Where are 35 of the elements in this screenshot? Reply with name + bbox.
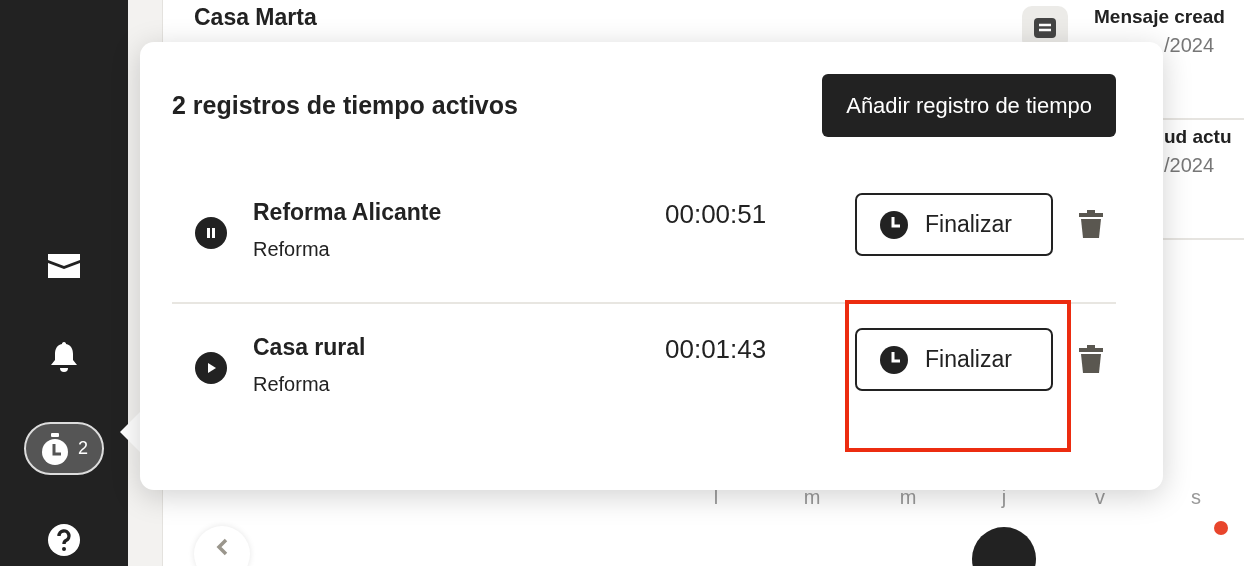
finish-button[interactable]: Finalizar bbox=[855, 328, 1053, 391]
weekday-label: m bbox=[802, 486, 822, 509]
weekday-label: s bbox=[1190, 486, 1202, 509]
timer-button[interactable]: 2 bbox=[24, 421, 104, 476]
add-entry-button[interactable]: Añadir registro de tiempo bbox=[822, 74, 1116, 137]
stopwatch-icon bbox=[40, 431, 70, 466]
chevron-left-icon bbox=[215, 537, 229, 557]
activity-title: Mensaje cread bbox=[1094, 6, 1225, 28]
play-button[interactable] bbox=[195, 352, 227, 384]
pause-icon bbox=[205, 227, 217, 239]
weekday-label: v bbox=[1094, 486, 1106, 509]
elapsed-time: 00:01:43 bbox=[665, 333, 768, 365]
finish-button[interactable]: Finalizar bbox=[855, 193, 1053, 256]
help-icon bbox=[47, 522, 81, 557]
timer-count: 2 bbox=[78, 438, 88, 459]
trash-icon bbox=[1078, 344, 1104, 374]
project-title: Casa Marta bbox=[194, 4, 317, 31]
pause-button[interactable] bbox=[195, 217, 227, 249]
play-icon bbox=[205, 362, 217, 374]
envelope-icon bbox=[47, 253, 81, 280]
popup-title: 2 registros de tiempo activos bbox=[172, 91, 518, 120]
activity-title: ud actu bbox=[1164, 126, 1232, 148]
weekday-label: m bbox=[898, 486, 918, 509]
clock-icon bbox=[879, 209, 909, 240]
elapsed-time: 00:00:51 bbox=[665, 198, 768, 230]
activity-date: /2024 bbox=[1164, 34, 1215, 57]
entry-category: Reforma bbox=[253, 373, 331, 396]
entry-category: Reforma bbox=[253, 238, 331, 261]
activity-date: /2024 bbox=[1164, 154, 1215, 177]
delete-button[interactable] bbox=[1078, 344, 1104, 374]
entry-name: Reforma Alicante bbox=[253, 199, 443, 226]
trash-icon bbox=[1078, 209, 1104, 239]
delete-button[interactable] bbox=[1078, 209, 1104, 239]
clock-icon bbox=[879, 344, 909, 375]
entry-name: Casa rural bbox=[253, 334, 367, 361]
